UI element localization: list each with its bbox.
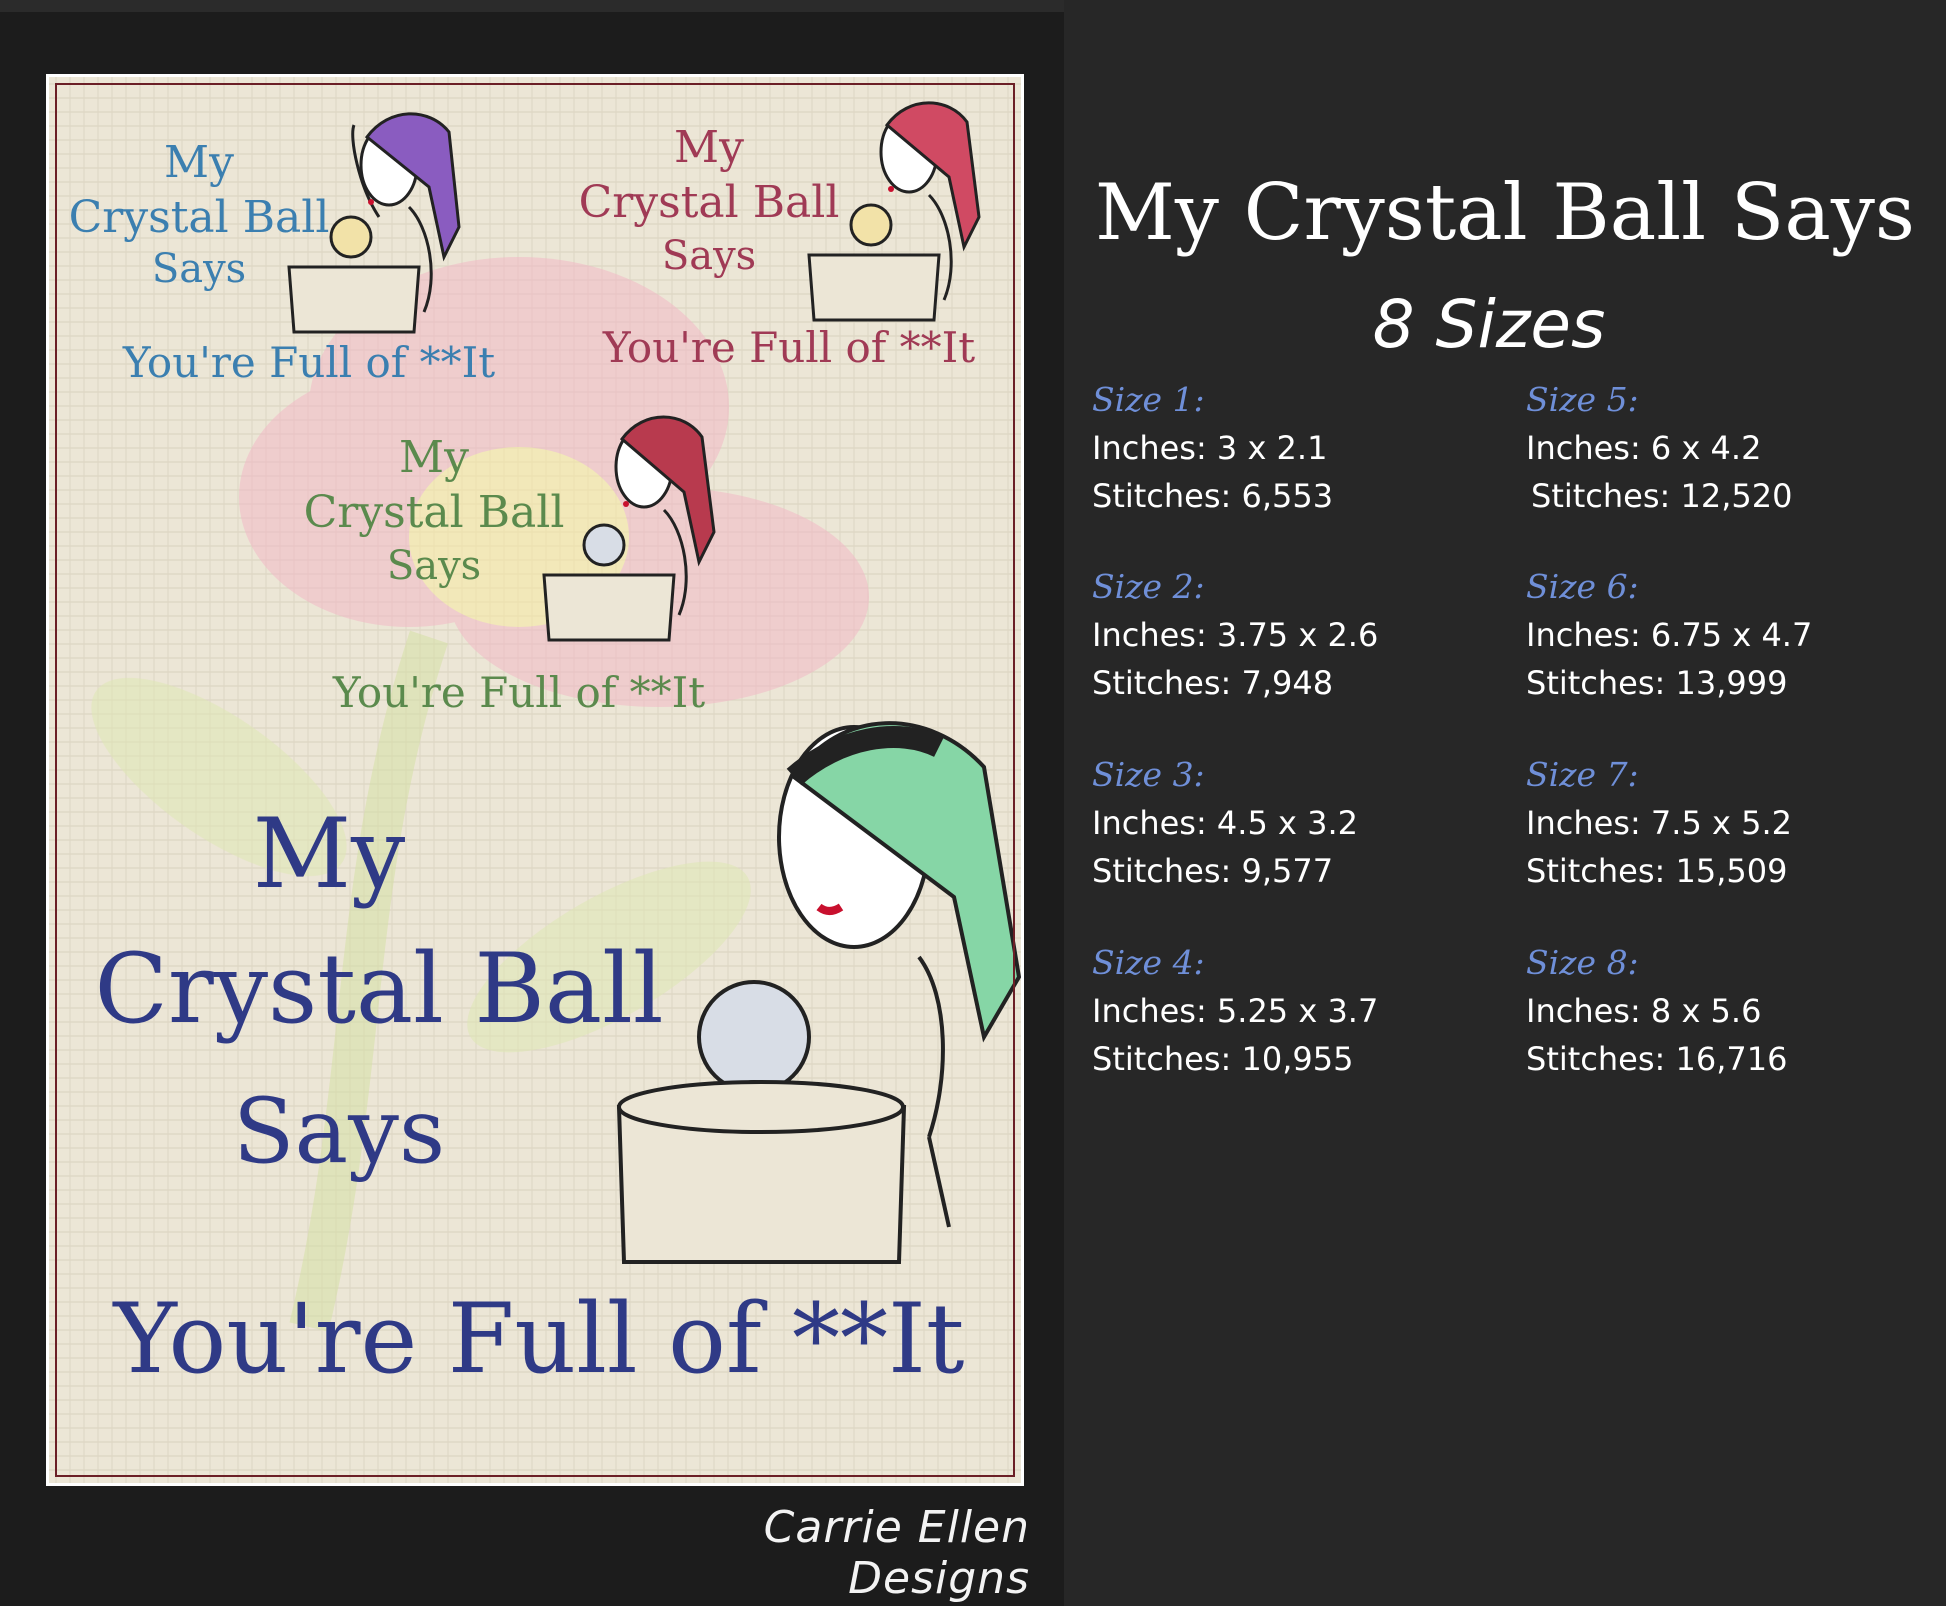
size-4-block: Size 4: Inches: 5.25 x 3.7 Stitches: 10,…: [1092, 939, 1512, 1083]
size-7-block: Size 7: Inches: 7.5 x 5.2 Stitches: 15,5…: [1526, 751, 1946, 895]
brand-signature: Carrie Ellen Designs: [763, 1502, 1030, 1604]
size-4-stitches: Stitches: 10,955: [1092, 1040, 1354, 1078]
size-8-inches: Inches: 8 x 5.6: [1526, 992, 1762, 1030]
size-1-label: Size 1:: [1092, 380, 1205, 419]
size-2-inches: Inches: 3.75 x 2.6: [1092, 616, 1379, 654]
size-2-block: Size 2: Inches: 3.75 x 2.6 Stitches: 7,9…: [1092, 563, 1512, 707]
size-4-inches: Inches: 5.25 x 3.7: [1092, 992, 1379, 1030]
size-1-stitches: Stitches: 6,553: [1092, 477, 1334, 515]
size-3-inches: Inches: 4.5 x 3.2: [1092, 804, 1358, 842]
size-4-label: Size 4:: [1092, 943, 1205, 982]
size-8-block: Size 8: Inches: 8 x 5.6 Stitches: 16,716: [1526, 939, 1946, 1083]
size-5-label: Size 5:: [1526, 380, 1639, 419]
sizes-count-heading: 8 Sizes: [1372, 286, 1606, 363]
size-2-stitches: Stitches: 7,948: [1092, 664, 1334, 702]
embroidery-preview-poster: My Crystal Ball Says You're Full of **It…: [46, 74, 1024, 1486]
size-8-stitches: Stitches: 16,716: [1526, 1040, 1788, 1078]
poster-inner-border: [55, 83, 1015, 1477]
size-6-block: Size 6: Inches: 6.75 x 4.7 Stitches: 13,…: [1526, 563, 1946, 707]
size-1-block: Size 1: Inches: 3 x 2.1 Stitches: 6,553: [1092, 376, 1512, 520]
size-3-block: Size 3: Inches: 4.5 x 3.2 Stitches: 9,57…: [1092, 751, 1512, 895]
product-image-panel: My Crystal Ball Says You're Full of **It…: [0, 12, 1064, 1606]
size-8-label: Size 8:: [1526, 943, 1639, 982]
size-2-label: Size 2:: [1092, 567, 1205, 606]
size-5-block: Size 5: Inches: 6 x 4.2 Stitches: 12,520: [1526, 376, 1946, 520]
size-5-inches: Inches: 6 x 4.2: [1526, 429, 1762, 467]
size-3-label: Size 3:: [1092, 755, 1205, 794]
size-7-stitches: Stitches: 15,509: [1526, 852, 1788, 890]
size-7-label: Size 7:: [1526, 755, 1639, 794]
size-1-inches: Inches: 3 x 2.1: [1092, 429, 1328, 467]
size-6-inches: Inches: 6.75 x 4.7: [1526, 616, 1813, 654]
size-3-stitches: Stitches: 9,577: [1092, 852, 1334, 890]
product-title: My Crystal Ball Says: [1095, 168, 1915, 258]
size-6-label: Size 6:: [1526, 567, 1639, 606]
size-7-inches: Inches: 7.5 x 5.2: [1526, 804, 1792, 842]
size-5-stitches: Stitches: 12,520: [1531, 477, 1793, 515]
size-6-stitches: Stitches: 13,999: [1526, 664, 1788, 702]
